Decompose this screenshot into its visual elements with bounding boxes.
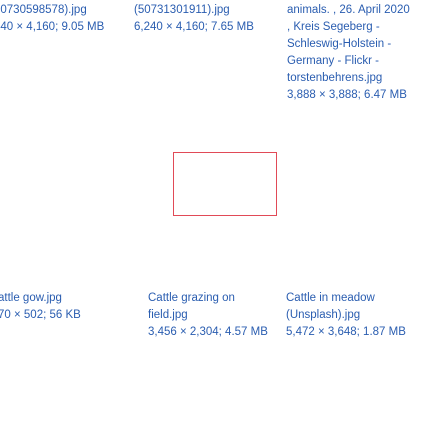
file-name-link[interactable]: Cattle in meadow (286, 290, 406, 307)
file-dimensions-size: 5,472 × 3,648; 1.87 MB (286, 326, 406, 338)
file-name-link[interactable]: , Kreis Segeberg - (287, 19, 410, 36)
file-name-link[interactable]: attle gow.jpg (0, 290, 81, 307)
file-name-link[interactable]: (50731301911).jpg (134, 2, 254, 19)
gallery-item[interactable]: 50730598578).jpg 240 × 4,160; 9.05 MB (0, 2, 104, 36)
file-name-link[interactable]: 50730598578).jpg (0, 2, 104, 19)
file-gallery: 50730598578).jpg 240 × 4,160; 9.05 MB (5… (0, 0, 448, 448)
file-dimensions-size: 6,240 × 4,160; 7.65 MB (134, 21, 254, 33)
file-name-link[interactable]: Schleswig-Holstein - (287, 36, 410, 53)
file-dimensions-size: 3,888 × 3,888; 6.47 MB (287, 89, 407, 101)
file-name-link[interactable]: (Unsplash).jpg (286, 307, 406, 324)
file-name-link[interactable]: Germany - Flickr - (287, 53, 410, 70)
file-name-link[interactable]: animals. , 26. April 2020 (287, 2, 410, 19)
gallery-item[interactable]: Cattle grazing on field.jpg 3,456 × 2,30… (148, 290, 268, 341)
thumbnail-placeholder[interactable] (173, 152, 277, 216)
gallery-item[interactable]: Cattle in meadow (Unsplash).jpg 5,472 × … (286, 290, 406, 341)
file-name-link[interactable]: torstenbehrens.jpg (287, 70, 410, 87)
file-name-link[interactable]: Cattle grazing on (148, 290, 268, 307)
file-dimensions-size: 3,456 × 2,304; 4.57 MB (148, 326, 268, 338)
file-name-link[interactable]: field.jpg (148, 307, 268, 324)
gallery-item[interactable]: (50731301911).jpg 6,240 × 4,160; 7.65 MB (134, 2, 254, 36)
file-dimensions-size: 70 × 502; 56 KB (0, 309, 81, 321)
gallery-item[interactable]: attle gow.jpg 70 × 502; 56 KB (0, 290, 81, 324)
file-dimensions-size: 240 × 4,160; 9.05 MB (0, 21, 105, 33)
gallery-item[interactable]: animals. , 26. April 2020 , Kreis Segebe… (287, 2, 410, 104)
